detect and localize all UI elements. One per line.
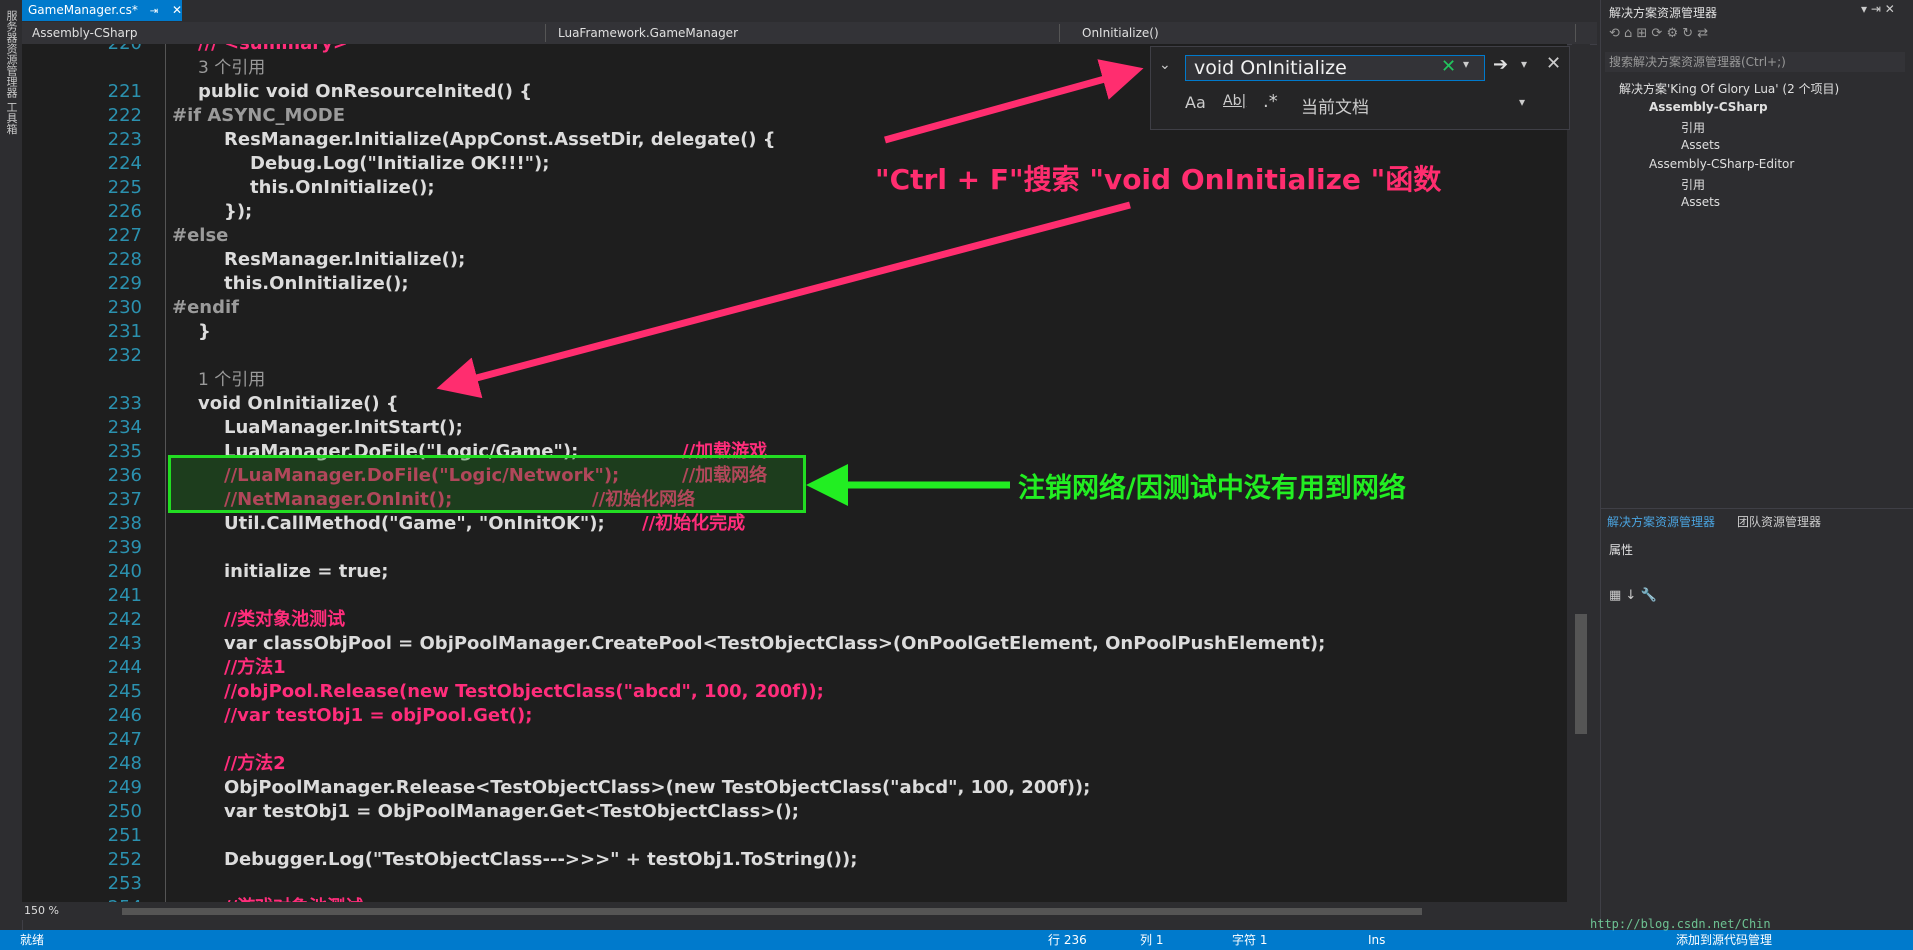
- status-bar: 就绪 行 236 列 1 字符 1 Ins http://blog.csdn.n…: [0, 917, 1913, 950]
- tab-solution-explorer[interactable]: 解决方案资源管理器: [1607, 513, 1715, 530]
- status-col: 列 1: [1140, 933, 1164, 947]
- project-assembly-csharp[interactable]: Assembly-CSharp: [1649, 100, 1768, 114]
- vertical-scrollbar[interactable]: [1572, 44, 1590, 902]
- panel-controls[interactable]: ▾ ⇥ ✕: [1861, 2, 1895, 16]
- solution-search-input[interactable]: 搜索解决方案资源管理器(Ctrl+;): [1605, 52, 1905, 72]
- project-editor[interactable]: Assembly-CSharp-Editor: [1649, 157, 1794, 171]
- references-node[interactable]: 引用: [1681, 119, 1705, 136]
- assets-node[interactable]: Assets: [1681, 138, 1720, 152]
- tab-team-explorer[interactable]: 团队资源管理器: [1737, 513, 1821, 530]
- properties-toolbar[interactable]: ▦ ↓ 🔧: [1609, 588, 1657, 603]
- source-control-button[interactable]: 添加到源代码管理: [1676, 930, 1772, 950]
- annotation-arrows: [436, 59, 1144, 506]
- solution-toolbar: ⟲ ⌂ ⊞ ⟳ ⚙ ↻ ⇄: [1609, 26, 1709, 41]
- zoom-level[interactable]: 150 %: [24, 904, 59, 917]
- status-ready: 就绪: [20, 933, 45, 947]
- panel-title: 解决方案资源管理器: [1609, 6, 1718, 20]
- arrow-to-function: [436, 201, 1131, 399]
- annotation-comment-network: 注销网络/因测试中没有用到网络: [1018, 473, 1406, 504]
- hscroll-thumb[interactable]: [122, 908, 1422, 915]
- solution-explorer-panel: 解决方案资源管理器 ▾ ⇥ ✕ ⟲ ⌂ ⊞ ⟳ ⚙ ↻ ⇄ 搜索解决方案资源管理…: [1600, 0, 1913, 930]
- panel-tabs: 解决方案资源管理器 团队资源管理器: [1601, 508, 1913, 531]
- status-ins: Ins: [1368, 933, 1386, 947]
- properties-title: 属性: [1609, 543, 1634, 557]
- assets-node-2[interactable]: Assets: [1681, 195, 1720, 209]
- solution-root[interactable]: 解决方案'King Of Glory Lua' (2 个项目): [1619, 80, 1839, 97]
- scrollbar-thumb[interactable]: [1575, 614, 1587, 734]
- status-char: 字符 1: [1232, 933, 1268, 947]
- references-node-2[interactable]: 引用: [1681, 176, 1705, 193]
- annotation-ctrl-f: "Ctrl + F"搜索 "void OnInitialize "函数: [875, 163, 1442, 196]
- horizontal-scrollbar[interactable]: 150 %: [22, 902, 1597, 920]
- status-line: 行 236: [1048, 933, 1087, 947]
- arrow-to-find: [884, 59, 1144, 144]
